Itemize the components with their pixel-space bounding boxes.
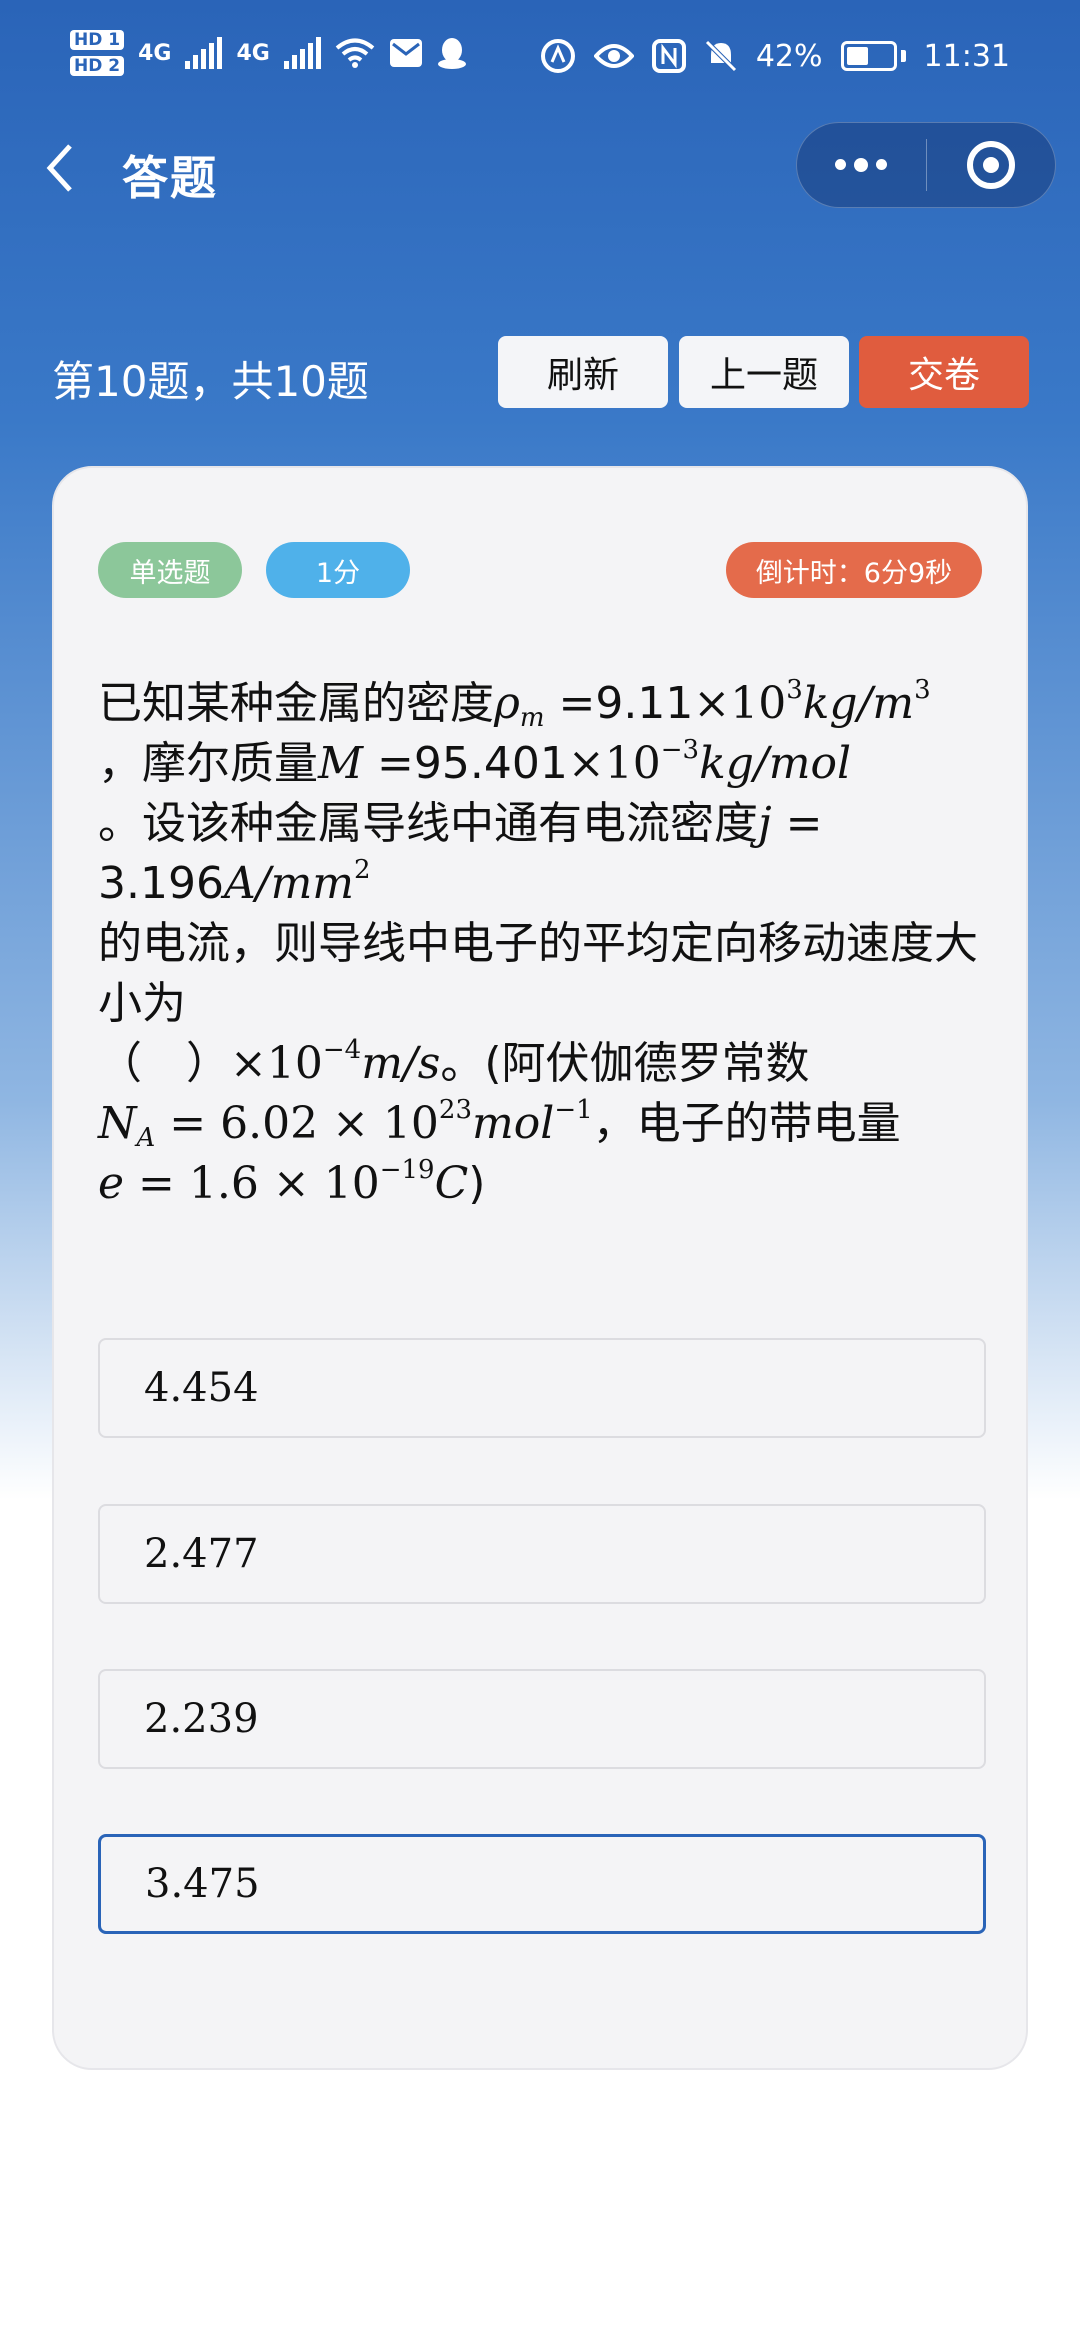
q-rho-sub: m [519,703,545,733]
wifi-icon [335,38,375,68]
q-e-unit: C [434,1158,469,1209]
countdown-timer: 倒计时：6分9秒 [726,542,982,598]
mini-program-capsule [796,122,1056,208]
q-exp4: −4 [322,1035,362,1065]
status-left: HD 1 HD 2 4G 4G [70,30,467,76]
q-rho: ρ [494,678,520,729]
battery-cap [900,50,906,62]
question-text: 已知某种金属的密度ρm =9.11×103kg/m3 ，摩尔质量M =95.40… [98,674,998,1214]
close-button[interactable] [927,123,1056,207]
eye-comfort-icon [593,44,634,68]
signal-icon [185,37,223,69]
more-dots-icon [835,157,888,172]
refresh-button[interactable]: 刷新 [498,336,668,408]
q-NA-unit: mol [472,1098,555,1149]
q-unit3: A/mm [223,858,355,909]
option-c[interactable]: 2.239 [98,1669,986,1769]
question-progress: 第10题，共10题 [52,357,369,406]
q-M: M [318,738,364,789]
q-text-6: ，电子的带电量 [592,1098,901,1149]
q-unit3-exp: 2 [354,855,371,885]
network-type-2: 4G [236,40,270,66]
q-NA-unit-exp: −1 [554,1095,593,1125]
q-val2: 95.401 [413,738,568,789]
q-NA-val: = 6.02 × 10 [155,1098,439,1149]
q-unit2: kg/mol [699,738,852,789]
q-eq1: = [544,678,596,729]
data-saver-icon [540,39,575,73]
q-exp2: −3 [660,735,700,765]
q-e: e [98,1158,125,1209]
q-NA: N [98,1098,137,1149]
q-j: j [758,798,772,849]
submit-exam-button[interactable]: 交卷 [859,336,1029,408]
network-type-1: 4G [138,40,172,66]
option-label: 2.477 [144,1531,259,1577]
question-card: 单选题 1分 倒计时：6分9秒 已知某种金属的密度ρm =9.11×103kg/… [52,466,1028,2070]
option-b[interactable]: 2.477 [98,1504,986,1604]
q-times4: ×10 [230,1038,323,1089]
q-text-2: ，摩尔质量 [98,738,318,789]
mute-icon [705,40,737,72]
q-val3: 3.196 [98,858,224,909]
q-e-exp: −19 [379,1155,435,1185]
signal-icon-2 [283,37,321,69]
nfc-icon [651,39,686,73]
q-times2: ×10 [567,738,661,789]
option-label: 2.239 [144,1696,259,1742]
q-text-1: 已知某种金属的密度 [98,678,494,729]
qq-icon [437,38,466,69]
q-times1: ×10 [693,678,787,729]
chevron-left-icon [46,144,72,192]
q-unit1: kg/m [802,678,915,729]
q-text-4: 的电流，则导线中电子的平均定向移动速度大小为 [98,918,978,1029]
hd2-badge: HD 2 [70,56,125,76]
q-exp1: 3 [786,675,803,705]
q-blank: （ ） [98,1038,230,1089]
previous-question-button[interactable]: 上一题 [679,336,849,408]
mail-notification-icon [389,39,422,67]
status-right: 42% 11:31 [540,38,1010,74]
q-text-5: 。(阿伏伽德罗常数 [440,1038,810,1089]
option-d[interactable]: 3.475 [98,1834,986,1934]
status-bar: HD 1 HD 2 4G 4G 42% 11:31 [0,0,1080,118]
option-label: 4.454 [144,1365,259,1411]
more-button[interactable] [797,123,926,207]
battery-percent: 42% [755,38,823,74]
q-NA-exp: 23 [438,1095,473,1125]
nav-bar: 答题 [0,118,1080,218]
option-a[interactable]: 4.454 [98,1338,986,1438]
q-unit4: m/s [361,1038,441,1089]
question-type-tag: 单选题 [98,542,242,598]
page-title: 答题 [122,151,218,205]
q-NA-sub: A [136,1123,156,1153]
q-text-3: 。设该种金属导线中通有电流密度 [98,798,758,849]
hd-badges: HD 1 HD 2 [70,30,125,76]
battery-icon [840,41,897,71]
q-e-val: = 1.6 × 10 [124,1158,380,1209]
option-label: 3.475 [145,1861,260,1907]
q-eq2: = [363,738,414,789]
target-circle-icon [966,141,1015,189]
clock: 11:31 [923,38,1010,74]
score-tag: 1分 [266,542,410,598]
hd1-badge: HD 1 [70,30,125,50]
q-eq3: = [771,798,823,849]
q-val1: 9.11 [595,678,694,729]
q-text-7: ) [468,1158,486,1209]
back-button[interactable] [44,142,84,198]
q-unit1-exp: 3 [914,675,931,705]
